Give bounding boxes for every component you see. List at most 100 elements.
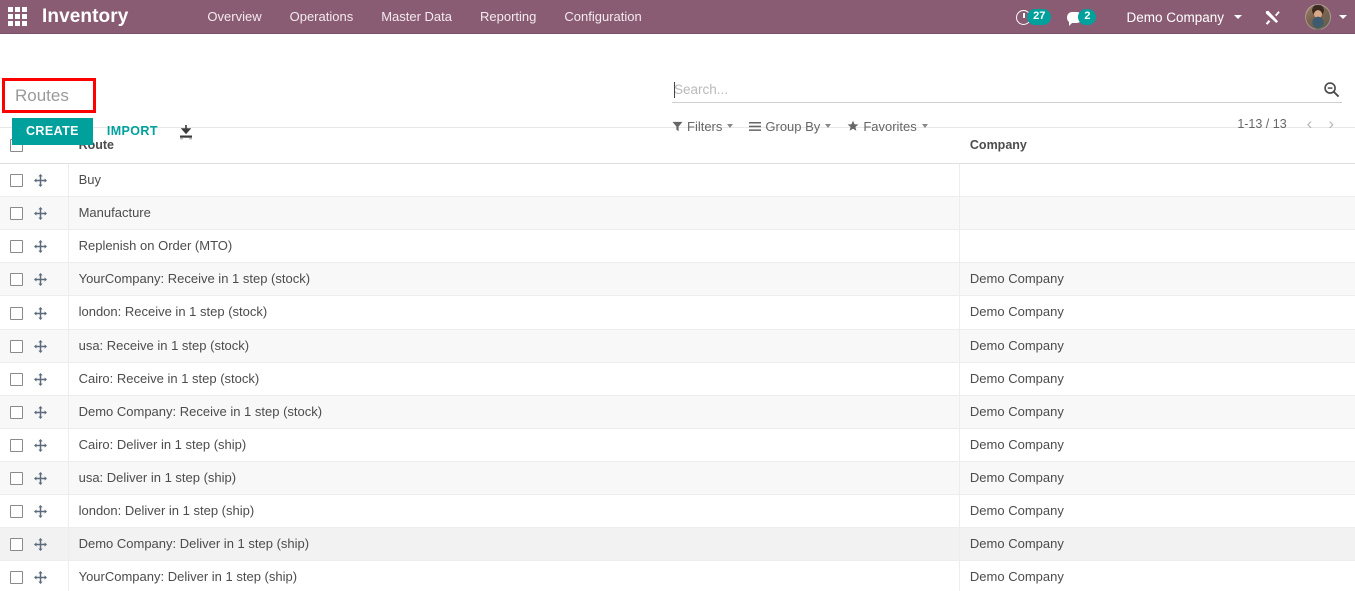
table-row[interactable]: Demo Company: Deliver in 1 step (ship) De…: [0, 527, 1355, 561]
menu-item-master-data[interactable]: Master Data: [367, 0, 466, 34]
company-switcher[interactable]: Demo Company: [1104, 0, 1250, 34]
create-button[interactable]: CREATE: [12, 118, 93, 145]
pager-count: 1-13 / 13: [1237, 116, 1287, 131]
breadcrumb[interactable]: Routes: [2, 78, 96, 113]
cell-company[interactable]: [958, 196, 1355, 231]
row-checkbox[interactable]: [10, 504, 23, 518]
cell-route[interactable]: Demo Company: Receive in 1 step (stock): [67, 395, 960, 429]
drag-handle-icon[interactable]: [34, 273, 48, 287]
row-checkbox[interactable]: [10, 537, 23, 551]
pager-previous-button[interactable]: ‹: [1299, 115, 1321, 132]
cell-company[interactable]: Demo Company: [958, 295, 1355, 330]
row-drag-handle-cell: [34, 527, 69, 561]
table-row[interactable]: usa: Receive in 1 step (stock) Demo Compa…: [0, 329, 1355, 363]
drag-handle-icon[interactable]: [34, 571, 48, 585]
magnifier-icon[interactable]: [1317, 81, 1342, 99]
row-checkbox[interactable]: [10, 571, 23, 585]
cell-company[interactable]: Demo Company: [958, 527, 1355, 561]
search-input[interactable]: [672, 82, 1317, 99]
app-brand-inventory[interactable]: Inventory: [34, 6, 138, 28]
table-row[interactable]: YourCompany: Deliver in 1 step (ship) Dem…: [0, 560, 1355, 591]
cell-company[interactable]: Demo Company: [958, 329, 1355, 363]
cell-company[interactable]: Demo Company: [958, 461, 1355, 495]
table-row[interactable]: Manufacture: [0, 196, 1355, 231]
drag-handle-icon[interactable]: [34, 207, 48, 221]
filters-dropdown[interactable]: Filters: [672, 119, 734, 134]
drag-handle-icon[interactable]: [34, 174, 48, 188]
user-menu-chevron-down-icon[interactable]: [1339, 15, 1347, 19]
drag-handle-icon[interactable]: [34, 405, 48, 419]
user-avatar[interactable]: [1305, 4, 1331, 30]
cell-company[interactable]: Demo Company: [958, 262, 1355, 297]
favorites-label: Favorites: [863, 118, 917, 134]
cell-route[interactable]: usa: Receive in 1 step (stock): [67, 329, 960, 363]
menu-item-configuration[interactable]: Configuration: [550, 0, 655, 34]
cell-route[interactable]: london: Deliver in 1 step (ship): [67, 494, 960, 528]
row-checkbox[interactable]: [10, 273, 23, 287]
cell-company-text: Demo Company: [969, 337, 1064, 353]
cell-route[interactable]: Cairo: Receive in 1 step (stock): [67, 362, 960, 396]
row-checkbox[interactable]: [10, 405, 23, 419]
table-row[interactable]: usa: Deliver in 1 step (ship) Demo Compan…: [0, 461, 1355, 495]
cell-company[interactable]: [958, 229, 1355, 264]
drag-handle-icon[interactable]: [34, 504, 48, 518]
favorites-dropdown[interactable]: Favorites: [847, 118, 928, 134]
table-row[interactable]: Cairo: Receive in 1 step (stock) Demo Com…: [0, 362, 1355, 396]
cell-route[interactable]: YourCompany: Deliver in 1 step (ship): [67, 560, 960, 591]
apps-grid-glyph: [7, 7, 27, 26]
drag-handle-icon[interactable]: [34, 372, 48, 386]
row-checkbox[interactable]: [10, 306, 23, 320]
cell-company[interactable]: [958, 163, 1355, 198]
menu-item-operations[interactable]: Operations: [276, 0, 368, 34]
row-checkbox[interactable]: [10, 471, 23, 485]
drag-handle-icon[interactable]: [34, 471, 48, 485]
pager-next-button[interactable]: ›: [1320, 115, 1342, 132]
drag-handle-icon[interactable]: [34, 537, 48, 551]
cell-route[interactable]: usa: Deliver in 1 step (ship): [67, 461, 960, 495]
cell-company[interactable]: Demo Company: [958, 428, 1355, 462]
table-row[interactable]: london: Deliver in 1 step (ship) Demo Com…: [0, 494, 1355, 528]
cell-company[interactable]: Demo Company: [958, 362, 1355, 396]
cell-company[interactable]: Demo Company: [958, 494, 1355, 528]
table-row[interactable]: YourCompany: Receive in 1 step (stock) De…: [0, 262, 1355, 297]
drag-handle-icon[interactable]: [34, 339, 48, 353]
top-navbar: Inventory Overview Operations Master Dat…: [0, 0, 1355, 34]
cell-route[interactable]: Replenish on Order (MTO): [67, 229, 960, 264]
groupby-dropdown[interactable]: Group By: [749, 119, 832, 134]
table-row[interactable]: Demo Company: Receive in 1 step (stock) D…: [0, 395, 1355, 429]
cell-route[interactable]: Cairo: Deliver in 1 step (ship): [67, 428, 960, 462]
apps-grid-icon[interactable]: [0, 0, 34, 34]
table-row[interactable]: Cairo: Deliver in 1 step (ship) Demo Comp…: [0, 428, 1355, 462]
cell-route-text: Replenish on Order (MTO): [78, 238, 233, 254]
row-checkbox[interactable]: [10, 174, 23, 188]
messages-button[interactable]: 2: [1059, 0, 1104, 34]
row-checkbox[interactable]: [10, 339, 23, 353]
cell-route[interactable]: Buy: [67, 163, 960, 198]
table-row[interactable]: london: Receive in 1 step (stock) Demo Co…: [0, 295, 1355, 330]
activities-button[interactable]: 27: [1008, 0, 1059, 34]
cell-route[interactable]: london: Receive in 1 step (stock): [67, 295, 960, 330]
drag-handle-icon[interactable]: [34, 240, 48, 254]
cell-route[interactable]: Manufacture: [67, 196, 960, 231]
cell-route[interactable]: YourCompany: Receive in 1 step (stock): [67, 262, 960, 297]
menu-item-overview[interactable]: Overview: [193, 0, 275, 34]
main-menu: Overview Operations Master Data Reportin…: [193, 0, 655, 34]
row-checkbox[interactable]: [10, 207, 23, 221]
import-button[interactable]: IMPORT: [93, 118, 168, 145]
row-checkbox[interactable]: [10, 240, 23, 254]
download-icon[interactable]: [178, 124, 194, 140]
drag-handle-icon[interactable]: [34, 438, 48, 452]
row-select-cell: [0, 163, 35, 198]
drag-handle-icon[interactable]: [34, 306, 48, 320]
cell-route[interactable]: Demo Company: Deliver in 1 step (ship): [67, 527, 960, 561]
row-select-cell: [0, 329, 35, 363]
row-checkbox[interactable]: [10, 438, 23, 452]
menu-item-reporting[interactable]: Reporting: [466, 0, 550, 34]
row-checkbox[interactable]: [10, 372, 23, 386]
table-row[interactable]: Buy: [0, 163, 1355, 198]
debug-tools-button[interactable]: [1250, 9, 1295, 26]
cell-company[interactable]: Demo Company: [958, 560, 1355, 591]
table-row[interactable]: Replenish on Order (MTO): [0, 229, 1355, 264]
cell-route-text: usa: Receive in 1 step (stock): [78, 337, 250, 353]
cell-company[interactable]: Demo Company: [958, 395, 1355, 429]
